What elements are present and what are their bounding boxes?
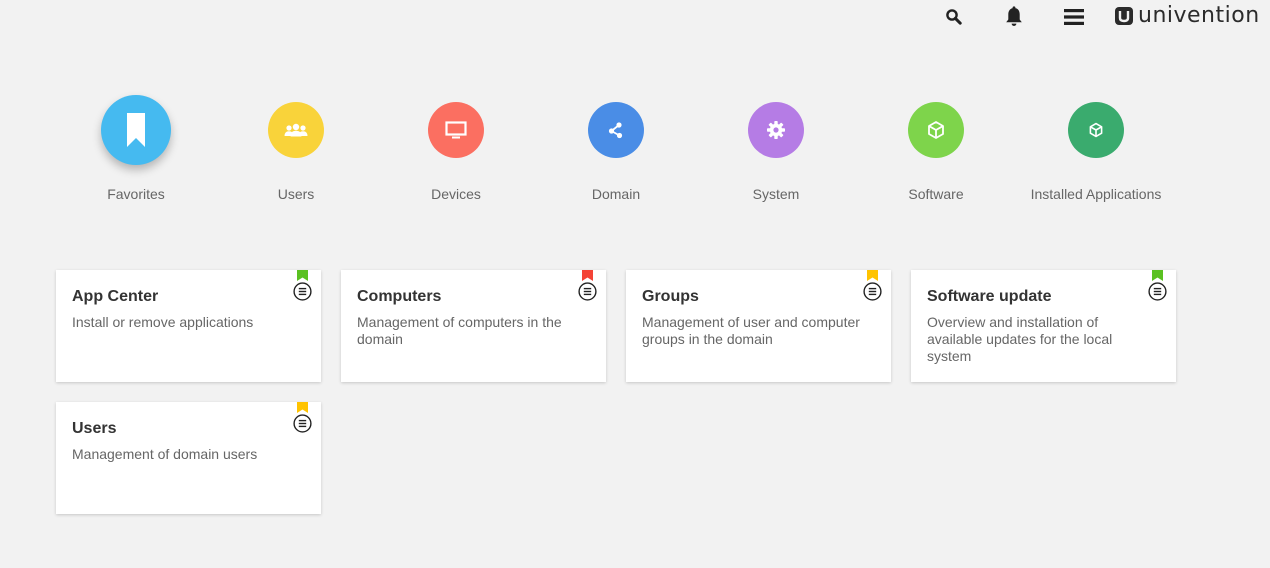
logo-text: univention [1138,3,1260,28]
tile-description: Management of user and computer groups i… [642,314,860,347]
top-bar: univention [0,0,1270,34]
tile-menu-button[interactable] [578,282,597,301]
tile-menu-button[interactable] [293,282,312,301]
category-label: System [752,186,800,202]
category-domain[interactable]: Domain [546,92,686,202]
installed-circle [1068,102,1124,158]
package-icon [928,121,944,139]
share-icon [608,122,623,139]
favorite-flag-icon [867,270,878,281]
users-circle [268,102,324,158]
tile-title: Software update [927,288,1052,305]
category-label: Favorites [107,186,165,202]
univention-logo-icon [1115,7,1133,25]
tile-app-center[interactable]: App Center Install or remove application… [56,270,321,382]
tile-title: Users [72,420,117,437]
list-menu-icon [1148,282,1167,301]
tile-users[interactable]: Users Management of domain users [56,402,321,514]
software-circle [908,102,964,158]
category-software[interactable]: Software [866,92,1006,202]
favorite-flag-icon [297,270,308,281]
bell-icon [1006,6,1022,27]
system-circle [748,102,804,158]
category-devices[interactable]: Devices [386,92,526,202]
tile-menu-button[interactable] [293,414,312,433]
list-menu-icon [578,282,597,301]
category-users[interactable]: Users [226,92,366,202]
favorite-flag-icon [1152,270,1163,281]
search-icon [946,9,962,25]
tile-description: Management of computers in the domain [357,314,562,347]
category-label: Installed Applications [1030,186,1162,202]
favorite-flag-icon [582,270,593,281]
list-menu-icon [293,414,312,433]
tile-title: Groups [642,288,699,305]
category-label: Domain [591,186,641,202]
tile-computers[interactable]: Computers Management of computers in the… [341,270,606,382]
notifications-button[interactable] [1001,4,1027,30]
users-icon [284,123,308,137]
favorites-circle [101,95,171,165]
gear-icon [767,121,785,139]
category-label: Users [277,186,315,202]
tile-menu-button[interactable] [863,282,882,301]
devices-circle [428,102,484,158]
tile-description: Overview and installation of available u… [927,314,1113,364]
category-label: Software [908,186,964,202]
tile-groups[interactable]: Groups Management of user and computer g… [626,270,891,382]
favorite-flag-icon [297,402,308,413]
tile-description: Install or remove applications [72,314,254,330]
category-label: Devices [431,186,481,202]
tile-title: Computers [357,288,442,305]
main-menu-button[interactable] [1061,4,1087,30]
tile-software-update[interactable]: Software update Overview and installatio… [911,270,1176,382]
category-system[interactable]: System [706,92,846,202]
list-menu-icon [863,282,882,301]
category-favorites[interactable]: Favorites [66,92,206,202]
menu-icon [1064,9,1084,25]
domain-circle [588,102,644,158]
tile-description: Management of domain users [72,446,258,462]
univention-logo[interactable]: univention [1114,3,1260,29]
tile-menu-button[interactable] [1148,282,1167,301]
tile-title: App Center [72,288,159,305]
category-installed-applications[interactable]: Installed Applications [1026,92,1166,202]
bookmark-icon [127,113,145,147]
search-button[interactable] [941,4,967,30]
package-icon [1089,122,1103,138]
list-menu-icon [293,282,312,301]
monitor-icon [445,121,467,139]
